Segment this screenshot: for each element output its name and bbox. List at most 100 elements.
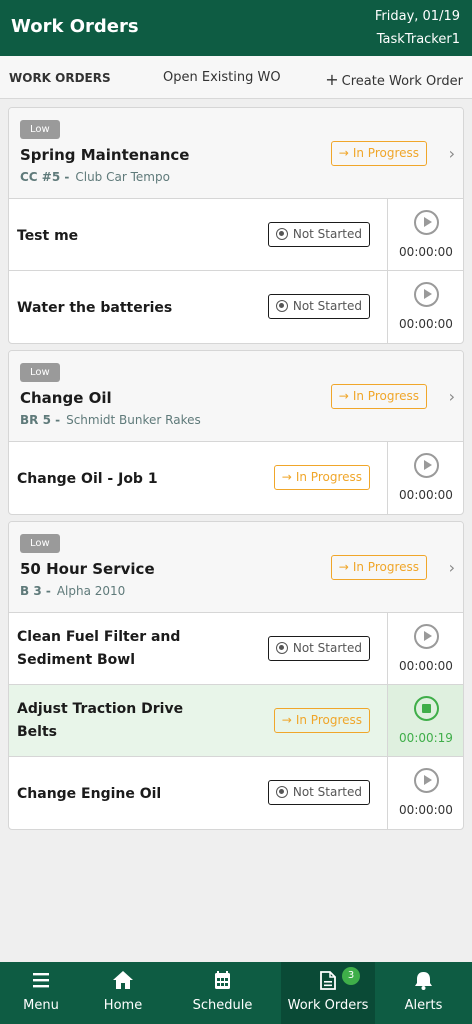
play-icon[interactable] bbox=[414, 624, 439, 649]
work-order-title: 50 Hour Service bbox=[20, 560, 155, 578]
task-timer: 00:00:19 bbox=[387, 685, 463, 756]
nav-work-orders[interactable]: 3 Work Orders bbox=[281, 962, 375, 1024]
status-label: Not Started bbox=[292, 785, 362, 799]
radio-dot-icon bbox=[275, 786, 288, 798]
priority-badge: Low bbox=[20, 120, 60, 139]
status-badge: → In Progress bbox=[273, 465, 370, 490]
chevron-right-icon[interactable]: › bbox=[449, 558, 455, 577]
radio-dot-icon bbox=[275, 642, 288, 654]
task-name: Test me bbox=[17, 228, 79, 244]
notification-count-badge: 3 bbox=[342, 967, 360, 985]
play-icon[interactable] bbox=[414, 210, 439, 235]
timer-value: 00:00:00 bbox=[399, 245, 453, 259]
task-timer: 00:00:00 bbox=[387, 442, 463, 514]
nav-menu[interactable]: Menu bbox=[0, 962, 82, 1024]
status-badge: Not Started bbox=[267, 222, 370, 247]
task-row[interactable]: Clean Fuel Filter and Sediment Bowl Not … bbox=[9, 613, 463, 685]
status-label: In Progress bbox=[352, 389, 419, 403]
play-icon[interactable] bbox=[414, 768, 439, 793]
status-label: Not Started bbox=[292, 227, 362, 241]
timer-value: 00:00:00 bbox=[399, 488, 453, 502]
timer-value: 00:00:00 bbox=[399, 659, 453, 673]
task-timer: 00:00:00 bbox=[387, 271, 463, 343]
work-order-card: Low 50 Hour Service B 3 - Alpha 2010 → In … bbox=[8, 521, 464, 830]
radio-dot-icon bbox=[275, 300, 288, 312]
equipment-code: CC #5 - bbox=[20, 170, 70, 184]
task-name: Adjust Traction Drive Belts bbox=[17, 701, 184, 740]
equipment-code: B 3 - bbox=[20, 584, 51, 598]
app-header: Work Orders Friday, 01/19 TaskTracker1 bbox=[0, 0, 472, 56]
timer-value: 00:00:00 bbox=[399, 317, 453, 331]
stop-icon[interactable] bbox=[414, 696, 439, 721]
arrow-right-icon: → bbox=[281, 713, 292, 727]
work-order-card: Low Change Oil BR 5 - Schmidt Bunker Rake… bbox=[8, 350, 464, 515]
document-icon bbox=[320, 971, 336, 990]
create-work-order-button[interactable]: + Create Work Order bbox=[325, 70, 463, 89]
priority-badge: Low bbox=[20, 534, 60, 553]
nav-home[interactable]: Home bbox=[82, 962, 164, 1024]
nav-schedule[interactable]: Schedule bbox=[164, 962, 281, 1024]
task-timer: 00:00:00 bbox=[387, 757, 463, 829]
plus-icon: + bbox=[325, 70, 339, 89]
page-title: Work Orders bbox=[11, 16, 139, 37]
calendar-icon bbox=[215, 971, 230, 989]
task-timer: 00:00:00 bbox=[387, 613, 463, 684]
play-icon[interactable] bbox=[414, 282, 439, 307]
nav-label: Home bbox=[103, 998, 143, 1013]
create-work-order-label: Create Work Order bbox=[341, 74, 463, 89]
work-order-title: Change Oil bbox=[20, 389, 112, 407]
work-order-card: Low Spring Maintenance CC #5 - Club Car T… bbox=[8, 107, 464, 344]
account-name: TaskTracker1 bbox=[376, 32, 460, 47]
tab-work-orders[interactable]: WORK ORDERS bbox=[9, 71, 111, 85]
arrow-right-icon: → bbox=[338, 146, 349, 160]
nav-label: Alerts bbox=[404, 998, 443, 1013]
status-badge: → In Progress bbox=[330, 384, 427, 409]
arrow-right-icon: → bbox=[338, 560, 349, 574]
timer-value: 00:00:00 bbox=[399, 803, 453, 817]
status-label: In Progress bbox=[295, 470, 362, 484]
tab-open-existing-wo[interactable]: Open Existing WO bbox=[163, 70, 281, 85]
task-row[interactable]: Change Engine Oil Not Started 00:00:00 bbox=[9, 757, 463, 829]
status-badge: Not Started bbox=[267, 780, 370, 805]
status-label: Not Started bbox=[292, 299, 362, 313]
work-order-equipment: BR 5 - Schmidt Bunker Rakes bbox=[20, 413, 201, 427]
work-order-header[interactable]: Low Change Oil BR 5 - Schmidt Bunker Rake… bbox=[9, 351, 463, 442]
task-name: Water the batteries bbox=[17, 300, 173, 316]
header-date: Friday, 01/19 bbox=[374, 9, 460, 24]
task-row[interactable]: Change Oil - Job 1 → In Progress 00:00:00 bbox=[9, 442, 463, 514]
task-row[interactable]: Test me Not Started 00:00:00 bbox=[9, 199, 463, 271]
menu-icon bbox=[33, 973, 49, 988]
status-label: In Progress bbox=[352, 560, 419, 574]
equipment-name: Club Car Tempo bbox=[75, 170, 170, 184]
task-timer: 00:00:00 bbox=[387, 199, 463, 270]
status-badge: → In Progress bbox=[273, 708, 370, 733]
status-badge: → In Progress bbox=[330, 555, 427, 580]
nav-label: Menu bbox=[23, 998, 59, 1013]
work-order-equipment: CC #5 - Club Car Tempo bbox=[20, 170, 170, 184]
equipment-name: Schmidt Bunker Rakes bbox=[66, 413, 201, 427]
task-name: Change Oil - Job 1 bbox=[17, 471, 158, 487]
status-badge: Not Started bbox=[267, 294, 370, 319]
status-label: In Progress bbox=[295, 713, 362, 727]
status-badge: → In Progress bbox=[330, 141, 427, 166]
play-icon[interactable] bbox=[414, 453, 439, 478]
nav-label: Work Orders bbox=[287, 998, 369, 1013]
equipment-name: Alpha 2010 bbox=[56, 584, 126, 598]
work-order-equipment: B 3 - Alpha 2010 bbox=[20, 584, 125, 598]
nav-alerts[interactable]: Alerts bbox=[375, 962, 472, 1024]
work-order-header[interactable]: Low 50 Hour Service B 3 - Alpha 2010 → In … bbox=[9, 522, 463, 613]
task-row[interactable]: Adjust Traction Drive Belts → In Progress… bbox=[9, 685, 463, 757]
status-label: Not Started bbox=[292, 641, 362, 655]
radio-dot-icon bbox=[275, 228, 288, 240]
timer-value: 00:00:19 bbox=[399, 731, 453, 745]
bottom-navigation: Menu Home Schedule 3 Work Orders Alerts bbox=[0, 962, 472, 1024]
arrow-right-icon: → bbox=[338, 389, 349, 403]
work-order-tabs: WORK ORDERS Open Existing WO + Create Wor… bbox=[0, 56, 472, 99]
arrow-right-icon: → bbox=[281, 470, 292, 484]
chevron-right-icon[interactable]: › bbox=[449, 387, 455, 406]
task-row[interactable]: Water the batteries Not Started 00:00:00 bbox=[9, 271, 463, 343]
work-order-header[interactable]: Low Spring Maintenance CC #5 - Club Car T… bbox=[9, 108, 463, 199]
chevron-right-icon[interactable]: › bbox=[449, 144, 455, 163]
work-order-title: Spring Maintenance bbox=[20, 146, 190, 164]
bell-icon bbox=[415, 972, 432, 990]
